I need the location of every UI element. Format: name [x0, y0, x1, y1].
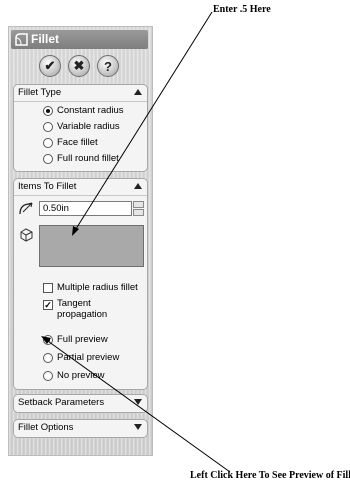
radio-variable-radius[interactable] [43, 122, 53, 132]
expand-icon[interactable] [134, 424, 142, 430]
option-label: Constant radius [57, 105, 124, 116]
close-icon: ✖ [73, 58, 85, 73]
option-label: Variable radius [57, 121, 120, 132]
fillet-property-manager: Fillet ✔ ✖ ? Fillet Type Constant radius… [8, 26, 153, 456]
section-title: Fillet Options [18, 422, 74, 433]
setback-parameters-section[interactable]: Setback Parameters [13, 394, 148, 413]
radius-icon [19, 202, 33, 215]
option-label: Face fillet [57, 137, 98, 148]
edge-selection-icon [20, 228, 33, 242]
checkbox-label: propagation [57, 309, 108, 320]
option-label: Full preview [57, 334, 108, 345]
checkbox-label: Multiple radius fillet [57, 282, 138, 293]
checkbox-label: Tangent [57, 298, 91, 309]
items-to-fillet-header[interactable]: Items To Fillet [14, 179, 147, 196]
fillet-type-section: Fillet Type Constant radius Variable rad… [13, 84, 148, 172]
radio-face-fillet[interactable] [43, 138, 53, 148]
radio-constant-radius[interactable] [43, 106, 53, 116]
help-icon: ? [104, 58, 112, 74]
radio-full-round-fillet[interactable] [43, 154, 53, 164]
multiple-radius-checkbox[interactable] [43, 283, 53, 293]
radio-no-preview[interactable] [43, 371, 53, 381]
radio-full-preview[interactable] [43, 335, 53, 345]
tangent-propagation-checkbox[interactable]: ✓ [43, 300, 53, 310]
property-manager-title: Fillet [31, 32, 60, 46]
annotation-enter-value: Enter .5 Here [213, 4, 271, 15]
fillet-type-header[interactable]: Fillet Type [14, 85, 147, 102]
radius-input[interactable]: 0.50in [39, 201, 132, 216]
option-label: No preview [57, 370, 105, 381]
property-manager-titlebar: Fillet [11, 30, 148, 49]
checkmark-icon: ✔ [44, 58, 56, 73]
radio-partial-preview[interactable] [43, 353, 53, 363]
annotation-preview-hint: Left Click Here To See Preview of Fillet [190, 470, 350, 481]
fillet-feature-icon [15, 33, 28, 46]
setback-parameters-header[interactable]: Setback Parameters [14, 395, 147, 411]
expand-icon[interactable] [134, 399, 142, 405]
collapse-icon[interactable] [134, 89, 142, 95]
help-button[interactable]: ? [97, 55, 119, 77]
collapse-icon[interactable] [134, 183, 142, 189]
fillet-options-section[interactable]: Fillet Options [13, 419, 148, 438]
section-title: Setback Parameters [18, 397, 105, 408]
option-label: Full round fillet [57, 153, 119, 164]
section-title: Items To Fillet [18, 181, 77, 192]
option-label: Partial preview [57, 352, 120, 363]
selected-edges-list[interactable] [39, 225, 144, 267]
fillet-options-header[interactable]: Fillet Options [14, 420, 147, 436]
items-to-fillet-section: Items To Fillet 0.50in Multiple radius f… [13, 178, 148, 390]
cancel-button[interactable]: ✖ [68, 55, 90, 77]
section-title: Fillet Type [18, 87, 62, 98]
spin-down-button[interactable] [133, 209, 144, 216]
spin-up-button[interactable] [133, 201, 144, 208]
ok-button[interactable]: ✔ [39, 55, 61, 77]
